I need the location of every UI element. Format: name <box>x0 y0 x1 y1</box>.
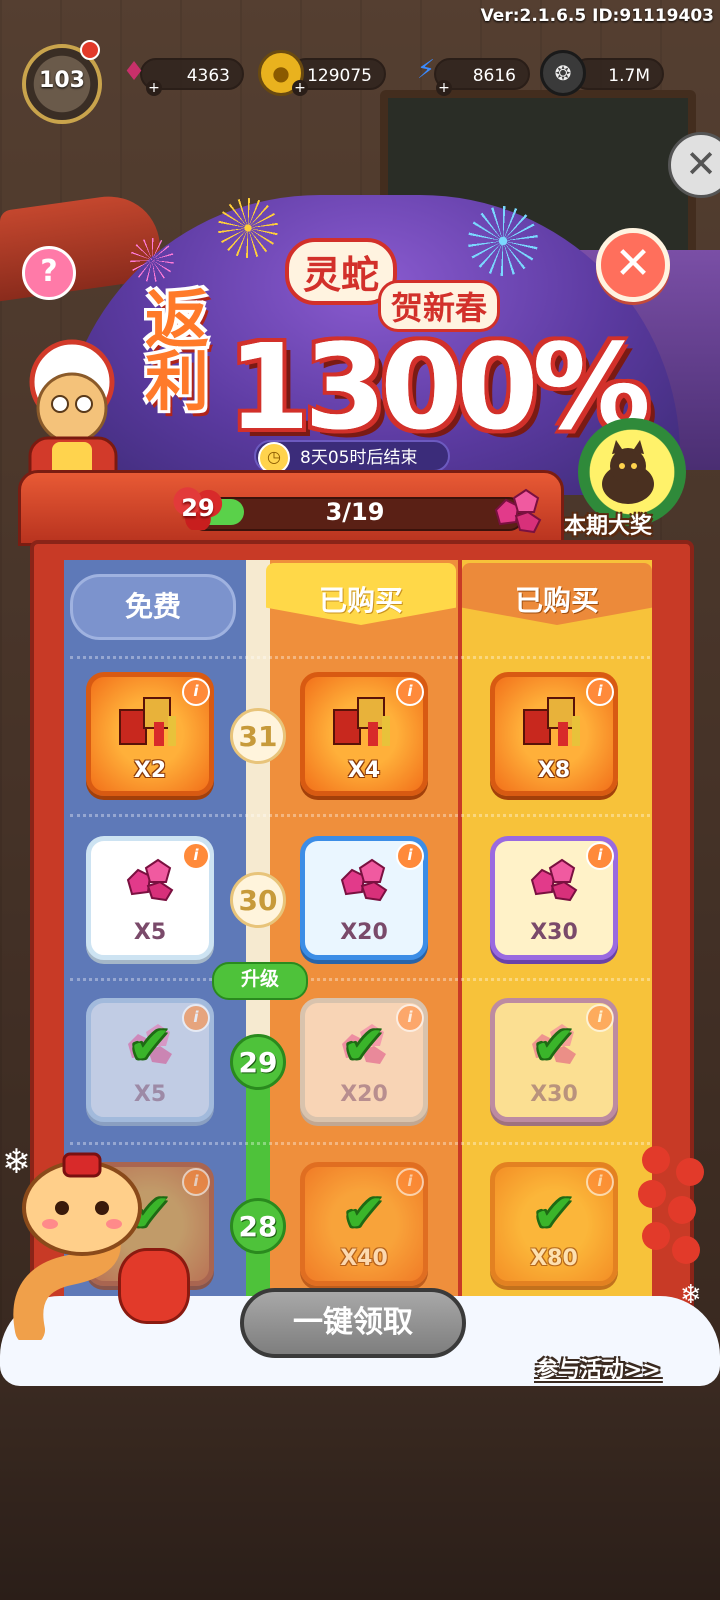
info-icon[interactable]: i <box>182 1004 210 1032</box>
rebate-value: 1300% <box>228 318 651 456</box>
candied-haws-decoration <box>638 1146 704 1264</box>
fireworks-icon <box>119 697 176 746</box>
level-node: 31 <box>230 708 286 764</box>
level-node: 29 <box>230 1034 286 1090</box>
join-event-link[interactable]: 参与活动>> <box>536 1352 661 1384</box>
check-icon: ✔ <box>532 1016 576 1076</box>
row-divider <box>70 1142 650 1145</box>
close-button[interactable]: ✕ <box>596 228 670 302</box>
reward-quantity: X40 <box>340 1246 388 1271</box>
info-icon[interactable]: i <box>396 1168 424 1196</box>
current-level-badge: 29 <box>172 486 224 530</box>
seed-icon: ❂ <box>540 50 586 96</box>
check-icon: ✔ <box>532 1184 576 1244</box>
info-icon[interactable]: i <box>586 1004 614 1032</box>
level-node: 30 <box>230 872 286 928</box>
reward-quantity: X8 <box>537 758 571 783</box>
row-divider <box>70 814 650 817</box>
info-icon[interactable]: i <box>396 1004 424 1032</box>
upgrade-button[interactable]: 升级 <box>212 962 308 1000</box>
check-icon: ✔ <box>342 1184 386 1244</box>
reward-quantity: X5 <box>133 1082 167 1107</box>
snowflake-icon: ❄ <box>680 1280 702 1310</box>
gem-icon <box>340 858 388 902</box>
claim-all-button[interactable]: 一键领取 <box>240 1288 466 1358</box>
firework-decoration <box>218 198 278 258</box>
snowflake-icon: ❄ <box>2 1142 31 1182</box>
info-icon[interactable]: i <box>586 842 614 870</box>
info-icon[interactable]: i <box>182 842 210 870</box>
progress-text: 3/19 <box>325 498 385 526</box>
info-icon[interactable]: i <box>396 842 424 870</box>
reward-quantity: X80 <box>530 1246 578 1271</box>
version-label: Ver:2.1.6.5 ID:91119403 <box>480 6 714 26</box>
firework-decoration <box>130 238 174 282</box>
fireworks-icon <box>333 697 390 746</box>
firework-decoration <box>468 206 538 276</box>
level-node: 28 <box>230 1198 286 1254</box>
reward-quantity: X4 <box>347 758 381 783</box>
notification-dot <box>80 40 100 60</box>
gem-icon <box>530 858 578 902</box>
fireworks-icon <box>523 697 580 746</box>
grand-prize-cat-icon <box>602 440 654 504</box>
help-button[interactable]: ? <box>22 246 76 300</box>
grand-prize-label: 本期大奖 <box>564 514 653 539</box>
check-icon: ✔ <box>342 1016 386 1076</box>
info-icon[interactable]: i <box>182 678 210 706</box>
reward-quantity: X30 <box>530 1082 578 1107</box>
info-icon[interactable]: i <box>396 678 424 706</box>
add-gems-button[interactable]: + <box>146 80 162 96</box>
reward-quantity: X20 <box>340 1082 388 1107</box>
tier-header-free: 免费 <box>70 574 236 640</box>
info-icon[interactable]: i <box>182 1168 210 1196</box>
gem-icon <box>494 488 542 534</box>
lantern-icon <box>118 1248 190 1324</box>
reward-quantity: X2 <box>133 758 167 783</box>
check-icon: ✔ <box>128 1016 172 1076</box>
reward-quantity: X20 <box>340 920 388 945</box>
gem-icon <box>126 858 174 902</box>
add-coins-button[interactable]: + <box>292 80 308 96</box>
info-icon[interactable]: i <box>586 678 614 706</box>
reward-quantity: X30 <box>530 920 578 945</box>
row-divider <box>70 656 650 659</box>
add-energy-button[interactable]: + <box>436 80 452 96</box>
level-track-fill <box>246 1060 270 1320</box>
info-icon[interactable]: i <box>586 1168 614 1196</box>
reward-quantity: X5 <box>133 920 167 945</box>
row-divider <box>70 978 650 981</box>
